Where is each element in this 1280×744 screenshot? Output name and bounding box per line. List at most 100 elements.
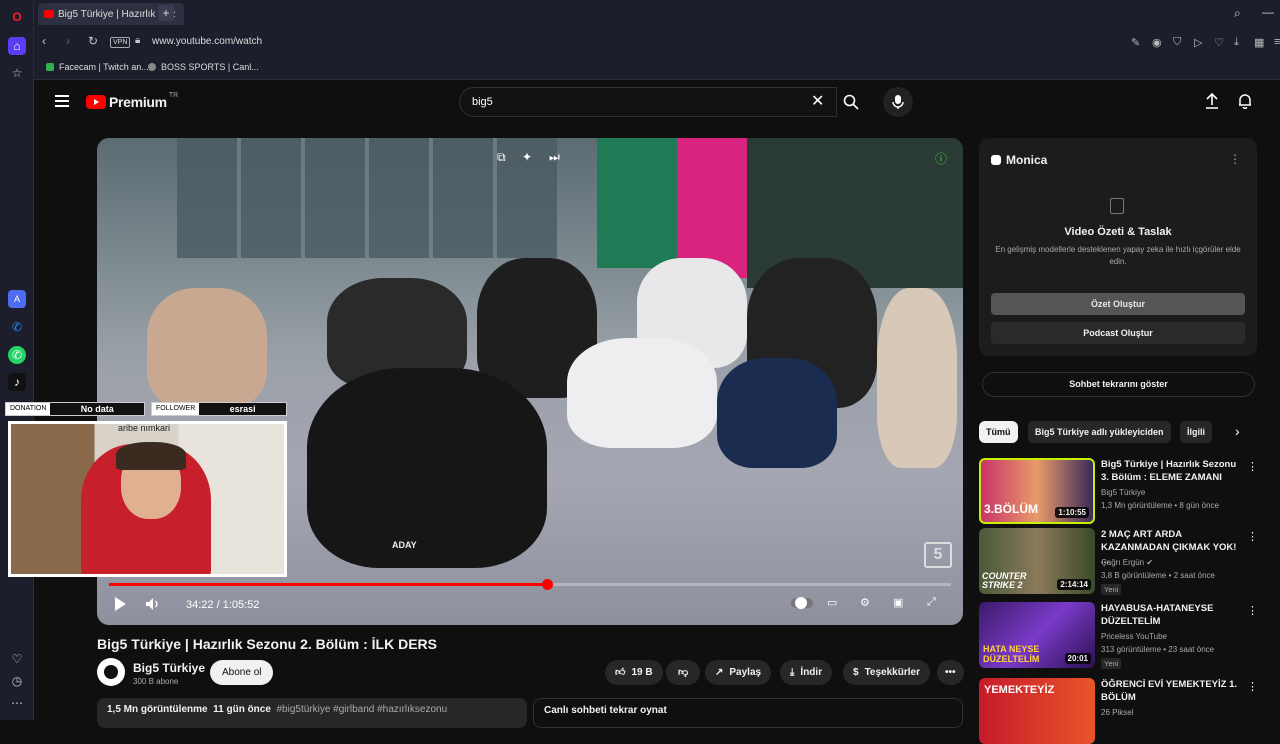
hashtags[interactable]: #big5türkiye #girlband #hazırlıksezonu — [276, 704, 447, 715]
monica-menu-icon[interactable]: ⋮ — [1229, 152, 1241, 166]
download-icon[interactable]: ⤓ — [1234, 36, 1239, 49]
recommendation-title[interactable]: ÖĞRENCİ EVİ YEMEKTEYİZ 1. BÖLÜM — [1101, 678, 1246, 704]
share-button[interactable]: ↗ Paylaş — [705, 660, 772, 685]
info-icon[interactable]: ⓘ — [935, 150, 947, 167]
hamburger-menu-icon[interactable] — [55, 95, 69, 107]
more-icon[interactable]: ⋯ — [8, 694, 26, 712]
more-horizontal-icon: ••• — [945, 667, 956, 678]
video-scene-light — [677, 138, 747, 278]
channel-name[interactable]: Big5 Türkiye — [133, 661, 205, 675]
summary-button[interactable]: Özet Oluştur — [991, 293, 1245, 315]
download-arrow-icon: ⤓ — [790, 667, 795, 678]
lock-icon[interactable]: 🔒︎ — [135, 35, 140, 46]
recommendation-item[interactable]: YEMEKTEYİZ ÖĞRENCİ EVİ YEMEKTEYİZ 1. BÖL… — [979, 678, 1279, 744]
bookmark-item[interactable]: Facecam | Twitch an... — [46, 62, 149, 72]
bookmark-item[interactable]: BOSS SPORTS | Canl... — [148, 62, 259, 72]
recommendation-item[interactable]: COUNTER STRIKE 2 2:14:14 2 MAÇ ART ARDA … — [979, 528, 1279, 595]
back-icon[interactable]: ‹ — [42, 34, 46, 48]
ai-enhance-icon[interactable]: ✦ — [522, 150, 532, 164]
clear-search-icon[interactable]: ✕ — [811, 91, 824, 111]
recommendation-channel[interactable]: Çağrı Ergün ✔ — [1101, 558, 1153, 567]
video-thumbnail[interactable]: HATA NEYSE DÜZELTELİM 20:01 — [979, 602, 1095, 668]
history-icon[interactable]: ◷ — [8, 672, 26, 690]
recommendation-item[interactable]: HATA NEYSE DÜZELTELİM 20:01 HAYABUSA-HAT… — [979, 602, 1279, 669]
logo-region: TR — [168, 91, 179, 99]
send-icon[interactable]: ▷ — [1194, 36, 1202, 49]
show-chat-replay-button[interactable]: Sohbet tekrarını göster — [982, 372, 1255, 397]
aria-icon[interactable]: A — [8, 290, 26, 308]
theater-mode-icon[interactable]: ▣ — [893, 596, 903, 609]
search-tabs-icon[interactable]: ⌕ — [1234, 6, 1241, 21]
heart-icon[interactable]: ♡ — [8, 650, 26, 668]
whatsapp-icon[interactable]: ✆ — [8, 346, 26, 364]
camera-icon[interactable]: ◉ — [1152, 36, 1162, 49]
description-box[interactable]: 1,5 Mn görüntülenme 11 gün önce #big5tür… — [97, 698, 527, 728]
more-vertical-icon[interactable]: ⋮ — [1247, 680, 1258, 693]
chip-from-uploader[interactable]: Big5 Türkiye adlı yükleyiciden — [1028, 421, 1171, 443]
video-title: Big5 Türkiye | Hazırlık Sezonu 2. Bölüm … — [97, 636, 437, 652]
chevron-right-icon[interactable]: › — [1235, 423, 1240, 439]
reload-icon[interactable]: ↻ — [88, 34, 98, 48]
url-field[interactable]: www.youtube.com/watch — [152, 36, 262, 47]
play-button[interactable] — [113, 596, 127, 615]
progress-bar[interactable] — [109, 579, 951, 590]
miniplayer-icon[interactable]: ⧉ — [497, 150, 506, 165]
volume-button[interactable] — [145, 596, 161, 615]
video-thumbnail[interactable]: COUNTER STRIKE 2 2:14:14 — [979, 528, 1095, 594]
more-vertical-icon[interactable]: ⋮ — [1247, 460, 1258, 473]
video-thumbnail[interactable]: YEMEKTEYİZ — [979, 678, 1095, 744]
chip-related[interactable]: İlgili — [1180, 421, 1212, 443]
notifications-button[interactable] — [1238, 93, 1252, 114]
new-badge: Yeni — [1101, 658, 1122, 669]
recommendation-item[interactable]: 3.BÖLÜM 1:10:55 Big5 Türkiye | Hazırlık … — [979, 458, 1279, 524]
window-minimize-icon[interactable]: — — [1262, 5, 1274, 19]
download-button[interactable]: ⤓ İndir — [780, 660, 833, 685]
recommendation-channel[interactable]: Priceless YouTube — [1101, 632, 1167, 641]
edit-icon[interactable]: ✎ — [1131, 36, 1140, 49]
forward-icon[interactable]: › — [66, 34, 70, 48]
tiktok-icon[interactable]: ♪ — [8, 373, 26, 391]
more-vertical-icon[interactable]: ⋮ — [1247, 604, 1258, 617]
chat-replay-button[interactable]: Canlı sohbeti tekrar oynat — [533, 698, 963, 728]
upload-icon — [1206, 92, 1218, 109]
grid-icon[interactable]: ▦ — [1254, 36, 1264, 49]
upload-button[interactable] — [1205, 92, 1219, 114]
menu-icon[interactable]: ≡ — [1274, 36, 1280, 48]
voice-search-button[interactable] — [883, 87, 913, 117]
channel-logo-badge: 5 — [924, 542, 952, 568]
messenger-icon[interactable]: ✆ — [8, 318, 26, 336]
home-icon[interactable]: ⌂ — [8, 37, 26, 55]
progress-handle[interactable] — [541, 579, 553, 590]
recommendation-meta: 3,8 B görüntüleme • 2 saat önce — [1101, 571, 1215, 580]
recommendation-title[interactable]: HAYABUSA-HATANEYSE DÜZELTELİM — [1101, 602, 1246, 628]
chip-all[interactable]: Tümü — [979, 421, 1018, 443]
search-button[interactable] — [835, 87, 867, 117]
subtitles-icon[interactable]: ▭ — [827, 596, 837, 609]
recommendation-title[interactable]: Big5 Türkiye | Hazırlık Sezonu 3. Bölüm … — [1101, 458, 1246, 484]
autoplay-toggle[interactable] — [791, 597, 813, 609]
follower-value: esrasi — [229, 404, 256, 414]
like-button[interactable]: 👍︎ 19 B — [605, 660, 663, 685]
opera-logo-icon[interactable]: O — [8, 8, 26, 26]
recommendation-channel[interactable]: 26 Piksel — [1101, 708, 1133, 717]
channel-avatar[interactable] — [97, 658, 125, 686]
subscribe-button[interactable]: Abone ol — [210, 660, 274, 685]
fullscreen-icon[interactable]: ⤢ — [927, 596, 936, 609]
recommendation-channel[interactable]: Big5 Türkiye — [1101, 488, 1145, 497]
new-tab-button[interactable]: + — [158, 5, 174, 21]
heart-outline-icon[interactable]: ♡ — [1214, 36, 1224, 49]
search-input[interactable]: big5 — [459, 87, 837, 117]
youtube-logo[interactable]: Premium TR — [86, 91, 179, 110]
settings-icon[interactable]: ⚙ — [860, 596, 870, 609]
star-icon[interactable]: ☆ — [8, 64, 26, 82]
vpn-badge[interactable]: VPN — [110, 37, 131, 48]
more-actions-button[interactable]: ••• — [937, 660, 964, 685]
shield-icon[interactable]: ⛉ — [1173, 36, 1181, 49]
more-vertical-icon[interactable]: ⋮ — [1247, 530, 1258, 543]
podcast-button[interactable]: Podcast Oluştur — [991, 322, 1245, 344]
dislike-button[interactable]: 👎︎ — [666, 660, 701, 685]
video-thumbnail[interactable]: 3.BÖLÜM 1:10:55 — [979, 458, 1095, 524]
follower-label: FOLLOWER — [152, 403, 200, 415]
skip-icon[interactable]: ⏭ — [549, 150, 560, 165]
thanks-button[interactable]: $ Teşekkürler — [843, 660, 930, 685]
